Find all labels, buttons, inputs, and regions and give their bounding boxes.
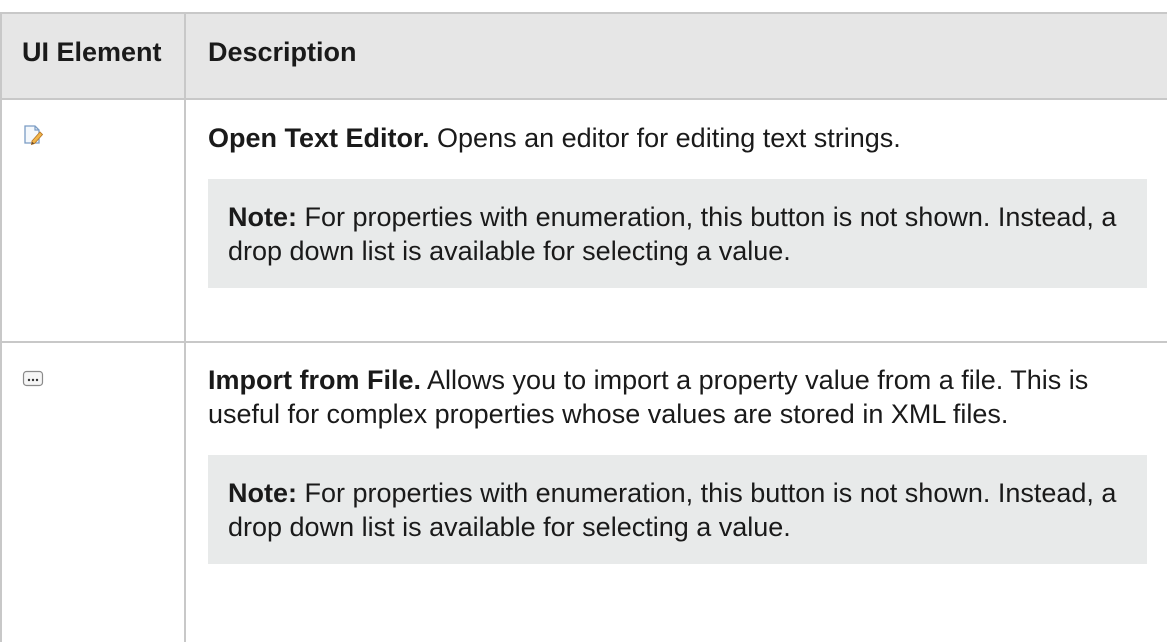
note-text: For properties with enumeration, this bu… — [228, 202, 1117, 266]
edit-icon — [22, 120, 44, 146]
description-cell: Open Text Editor. Opens an editor for ed… — [184, 98, 1167, 342]
header-description: Description — [184, 12, 1167, 99]
item-title: Import from File. — [208, 365, 422, 395]
ellipsis-icon — [22, 363, 44, 387]
item-description: Opens an editor for editing text strings… — [429, 123, 901, 153]
note-box: Note: For properties with enumeration, t… — [208, 179, 1147, 288]
note-box: Note: For properties with enumeration, t… — [208, 455, 1147, 564]
note-label: Note: — [228, 478, 297, 508]
description-text: Import from File. Allows you to import a… — [208, 343, 1147, 431]
table-header-row: UI Element Description — [0, 12, 1167, 99]
header-ui-element: UI Element — [0, 12, 185, 99]
ui-element-cell — [0, 98, 185, 342]
table-row: Open Text Editor. Opens an editor for ed… — [0, 98, 1167, 342]
item-title: Open Text Editor. — [208, 123, 430, 153]
ui-elements-table: UI Element Description Open Text Editor.… — [0, 12, 1167, 642]
note-label: Note: — [228, 202, 297, 232]
description-text: Open Text Editor. Opens an editor for ed… — [208, 100, 1147, 155]
description-cell: Import from File. Allows you to import a… — [184, 341, 1167, 642]
table-row: Import from File. Allows you to import a… — [0, 341, 1167, 642]
ui-element-cell — [0, 341, 185, 642]
note-text: For properties with enumeration, this bu… — [228, 478, 1117, 542]
